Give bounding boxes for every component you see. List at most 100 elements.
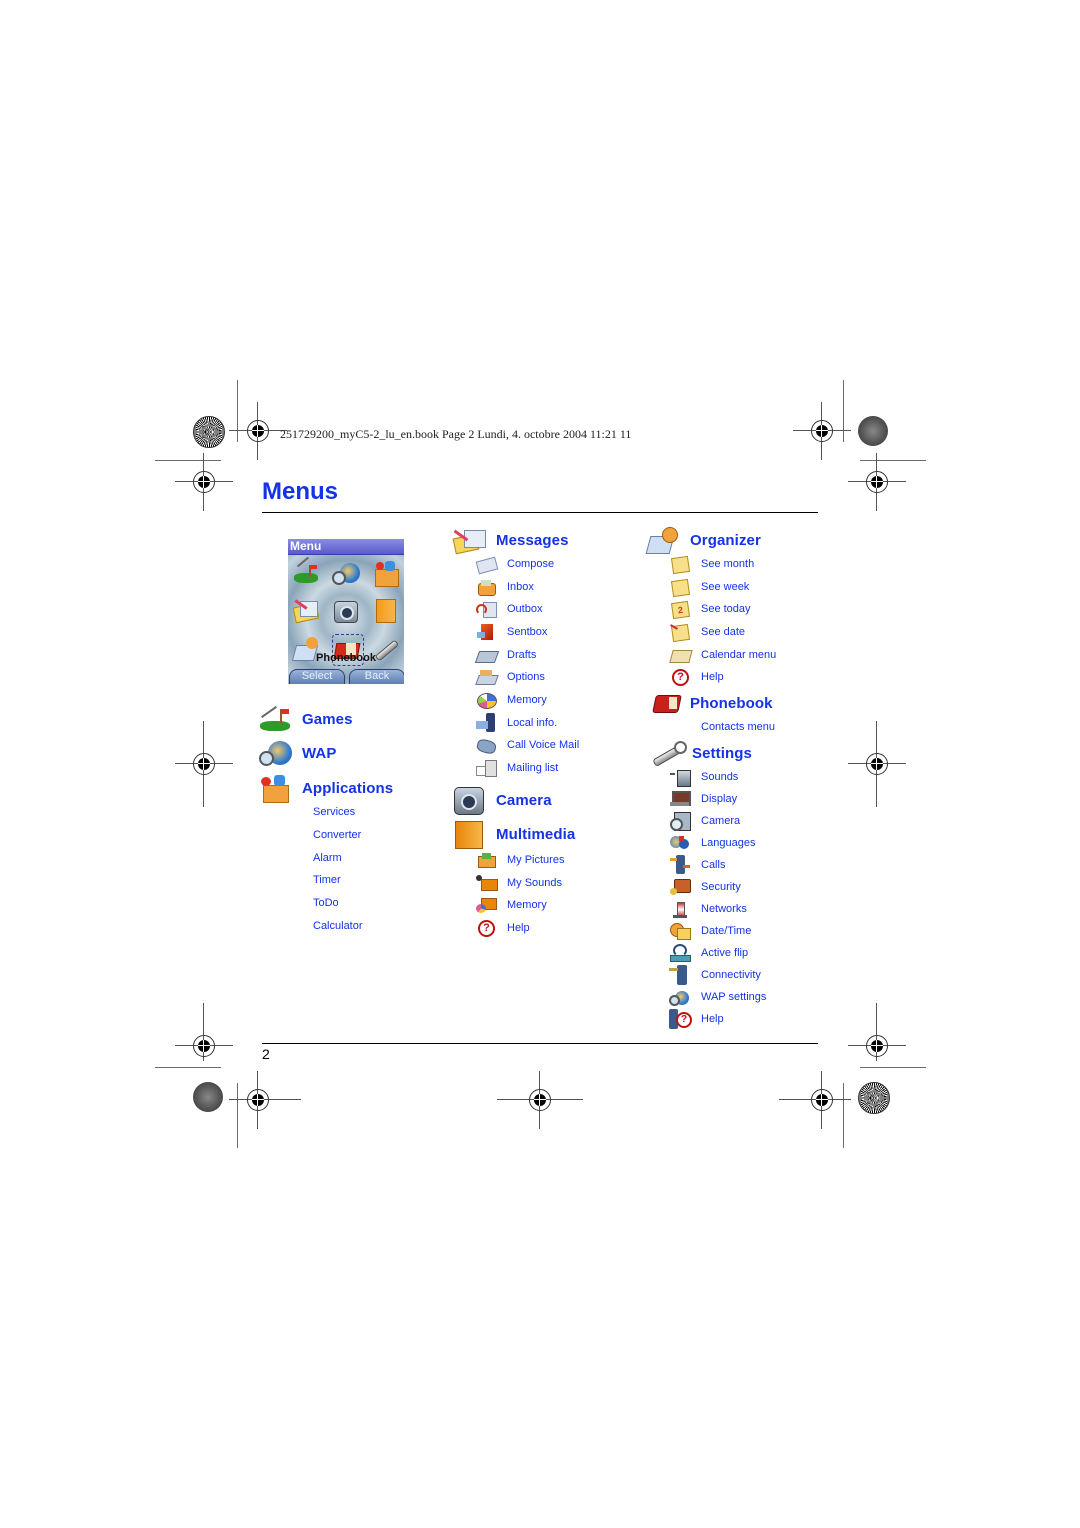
games-icon [258,705,292,733]
section-title: Settings [692,744,752,762]
drafts-icon [474,645,500,665]
menu-section-phonebook[interactable]: Phonebook [652,689,773,717]
memory-icon [475,895,497,915]
registration-mark [848,721,906,807]
crop-line [843,380,844,442]
menu-item-converter[interactable]: Converter [313,829,361,841]
gray-disc-mark [858,416,888,446]
menu-item-sentbox[interactable]: Sentbox [475,622,547,642]
menu-item-my-sounds[interactable]: My Sounds [475,873,562,893]
menu-item-inbox[interactable]: Inbox [475,577,534,597]
menu-item-multimedia-help[interactable]: ? Help [475,918,530,938]
applications-icon [372,559,400,587]
menu-item-call-voice-mail[interactable]: Call Voice Mail [475,735,579,756]
camera-settings-icon [669,811,691,831]
menu-item-connectivity[interactable]: Connectivity [669,965,761,985]
select-softkey[interactable]: Select [289,669,345,684]
menu-item-outbox[interactable]: Outbox [475,599,542,619]
menu-item-local-info[interactable]: Local info. [475,713,557,733]
menu-section-settings[interactable]: Settings [652,739,752,767]
menu-section-games[interactable]: Games [258,705,353,733]
menu-item-options[interactable]: Options [475,667,545,687]
wap-icon [258,739,292,767]
menu-item-multimedia-memory[interactable]: Memory [475,895,547,915]
crop-line [155,460,221,461]
menu-item-my-pictures[interactable]: My Pictures [475,850,564,870]
gray-disc-mark [193,1082,223,1112]
section-title: WAP [302,744,337,762]
menu-item-date-time[interactable]: Date/Time [669,921,751,941]
registration-mark [175,453,233,511]
page-title: Menus [262,478,339,505]
menu-item-calendar-menu[interactable]: Calendar menu [669,645,776,665]
menu-section-camera[interactable]: Camera [452,786,552,815]
menu-item-languages[interactable]: Languages [669,833,755,853]
menu-section-multimedia[interactable]: Multimedia [452,820,575,849]
menu-section-applications[interactable]: Applications [258,774,393,803]
voicemail-icon [475,735,498,756]
local-info-icon [475,713,497,733]
multimedia-icon [372,597,400,625]
compose-icon [475,554,499,575]
camera-icon [452,786,486,815]
organizer-icon [645,526,680,554]
menu-item-memory[interactable]: Memory [475,690,547,710]
menu-item-security[interactable]: Security [669,877,741,897]
menu-item-see-date[interactable]: See date [669,622,745,643]
crop-line [237,1083,238,1148]
menu-item-calls[interactable]: Calls [669,855,725,875]
crop-line [860,460,926,461]
menu-item-mailing-list[interactable]: Mailing list [475,758,558,778]
menu-item-drafts[interactable]: Drafts [474,645,536,665]
menu-item-contacts-menu[interactable]: Contacts menu [701,721,775,733]
camera-icon [332,597,360,625]
menu-item-settings-help[interactable]: ? Help [669,1009,724,1029]
menu-section-wap[interactable]: WAP [258,739,336,767]
menu-item-networks[interactable]: Networks [669,899,747,919]
registration-mark [848,453,906,511]
section-title: Camera [496,791,552,809]
calendar-month-icon [669,554,691,575]
menu-item-active-flip[interactable]: Active flip [669,943,748,963]
active-flip-icon [669,943,691,963]
menu-item-compose[interactable]: Compose [475,554,554,575]
languages-icon [669,833,691,853]
menu-section-organizer[interactable]: Organizer [645,526,761,554]
menu-item-see-today[interactable]: 2 See today [669,599,751,620]
calendar-week-icon [669,577,691,598]
applications-icon [258,774,292,803]
registration-mark [497,1071,583,1129]
calls-icon [669,855,691,875]
help-icon: ? [669,667,691,687]
menu-item-display[interactable]: Display [669,789,737,809]
messages-icon [292,597,320,625]
menu-item-todo[interactable]: ToDo [313,897,339,909]
registration-mark [229,1071,301,1129]
crop-line [155,1067,221,1068]
menu-item-services[interactable]: Services [313,806,355,818]
back-softkey[interactable]: Back [349,669,404,684]
menu-item-camera-settings[interactable]: Camera [669,811,740,831]
menu-item-timer[interactable]: Timer [313,874,341,886]
menu-section-messages[interactable]: Messages [452,526,569,555]
starburst-mark [858,1082,890,1114]
registration-mark [175,1003,233,1061]
menu-item-alarm[interactable]: Alarm [313,852,342,864]
calendar-menu-icon [669,645,693,665]
menu-item-see-week[interactable]: See week [669,577,749,598]
menu-item-sounds[interactable]: Sounds [669,767,738,787]
networks-icon [669,899,691,919]
messages-icon [452,526,486,555]
registration-mark [229,402,287,460]
menu-item-organizer-help[interactable]: ? Help [669,667,724,687]
menu-item-wap-settings[interactable]: WAP settings [669,987,766,1007]
menu-item-calculator[interactable]: Calculator [313,920,363,932]
calendar-date-icon [669,622,691,643]
phone-help-icon: ? [669,1009,692,1029]
memory-pie-icon [475,690,497,710]
phone-menu-screenshot: Menu Phonebook Select Back [288,539,404,684]
wap-icon [332,559,360,587]
menu-item-see-month[interactable]: See month [669,554,754,575]
phonebook-icon [652,689,682,717]
multimedia-icon [452,820,486,849]
